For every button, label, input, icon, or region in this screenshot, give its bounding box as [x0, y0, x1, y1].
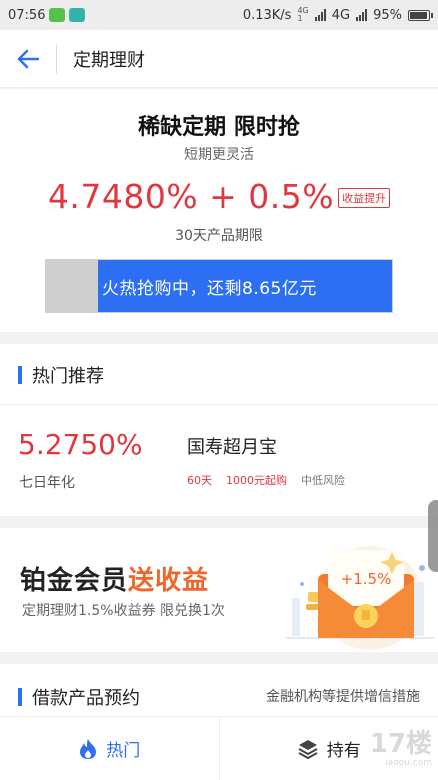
- purchase-progress-button[interactable]: 火热抢购中，还剩8.65亿元: [45, 259, 393, 313]
- tab-label: 热门: [106, 741, 141, 761]
- app-notification-icon: [49, 8, 66, 22]
- signal-icon: [314, 9, 326, 21]
- network-speed: 0.13K/s: [242, 7, 292, 23]
- svg-text:+1.5%: +1.5%: [341, 570, 392, 588]
- promo-banner[interactable]: 铂金会员送收益 定期理财1.5%收益券 限兑换1次 +1.5%: [0, 528, 438, 652]
- arrow-left-icon: [17, 49, 39, 68]
- battery-percent: 95%: [373, 7, 402, 23]
- hot-product-name: 国寿超月宝: [187, 437, 277, 458]
- section-title: 借款产品预约: [32, 688, 140, 709]
- banner-subtitle: 定期理财1.5%收益券 限兑换1次: [22, 603, 225, 619]
- message-notification-icon: [69, 8, 86, 22]
- featured-rate: 4.7480% + 0.5%: [47, 177, 335, 216]
- status-time: 07:56: [8, 7, 46, 23]
- featured-term: 30天产品期限: [175, 228, 263, 244]
- nav-divider: [56, 43, 57, 74]
- hot-recommendation-section: 热门推荐 5.2750% 七日年化 国寿超月宝 60天 1000元起购 中低风险: [0, 344, 438, 516]
- watermark-logo: 17楼 iaoou.com: [369, 729, 432, 768]
- loan-note: 金融机构等提供增信措施: [266, 689, 420, 705]
- tag-min-purchase: 1000元起购: [226, 474, 287, 487]
- page-title: 定期理财: [73, 49, 145, 71]
- section-accent-bar: [18, 688, 22, 706]
- status-bar: 07:56 0.13K/s 4G 1 4G 95%: [0, 0, 438, 30]
- featured-product-card[interactable]: 稀缺定期 限时抢 短期更灵活 4.7480% + 0.5% 收益提升 30天产品…: [0, 89, 438, 332]
- progress-text: 火热抢购中，还剩8.65亿元: [102, 278, 317, 299]
- network-type: 4G: [331, 7, 351, 23]
- rate-boost-badge: 收益提升: [338, 187, 391, 208]
- hot-product-item[interactable]: 5.2750% 七日年化 国寿超月宝 60天 1000元起购 中低风险: [0, 405, 438, 516]
- section-accent-bar: [18, 366, 22, 384]
- progress-fill: [46, 260, 98, 312]
- back-button[interactable]: [0, 30, 56, 88]
- featured-rate-row: 4.7480% + 0.5% 收益提升: [0, 177, 438, 216]
- nav-bar: 定期理财: [0, 30, 438, 88]
- battery-icon: [408, 9, 433, 21]
- banner-title: 铂金会员送收益: [20, 566, 210, 596]
- featured-title: 稀缺定期 限时抢: [138, 115, 300, 140]
- signal-icon-2: [356, 9, 368, 21]
- featured-subtitle: 短期更灵活: [184, 147, 254, 163]
- hot-product-rate-label: 七日年化: [19, 475, 75, 491]
- tag-risk: 中低风险: [301, 474, 345, 487]
- network-indicator-small: 4G 1: [297, 6, 309, 23]
- tag-duration: 60天: [187, 474, 212, 487]
- section-header: 借款产品预约: [18, 684, 140, 710]
- flame-icon: [80, 738, 97, 759]
- layers-icon: [298, 739, 318, 759]
- tab-hot[interactable]: 热门: [0, 717, 219, 780]
- red-envelope-illustration: +1.5%: [286, 546, 434, 650]
- section-header: 热门推荐: [18, 362, 104, 388]
- hot-product-tags: 60天 1000元起购 中低风险: [187, 472, 345, 488]
- section-title: 热门推荐: [32, 366, 104, 387]
- hot-product-rate: 5.2750%: [18, 428, 143, 461]
- floating-side-tab[interactable]: [428, 500, 438, 572]
